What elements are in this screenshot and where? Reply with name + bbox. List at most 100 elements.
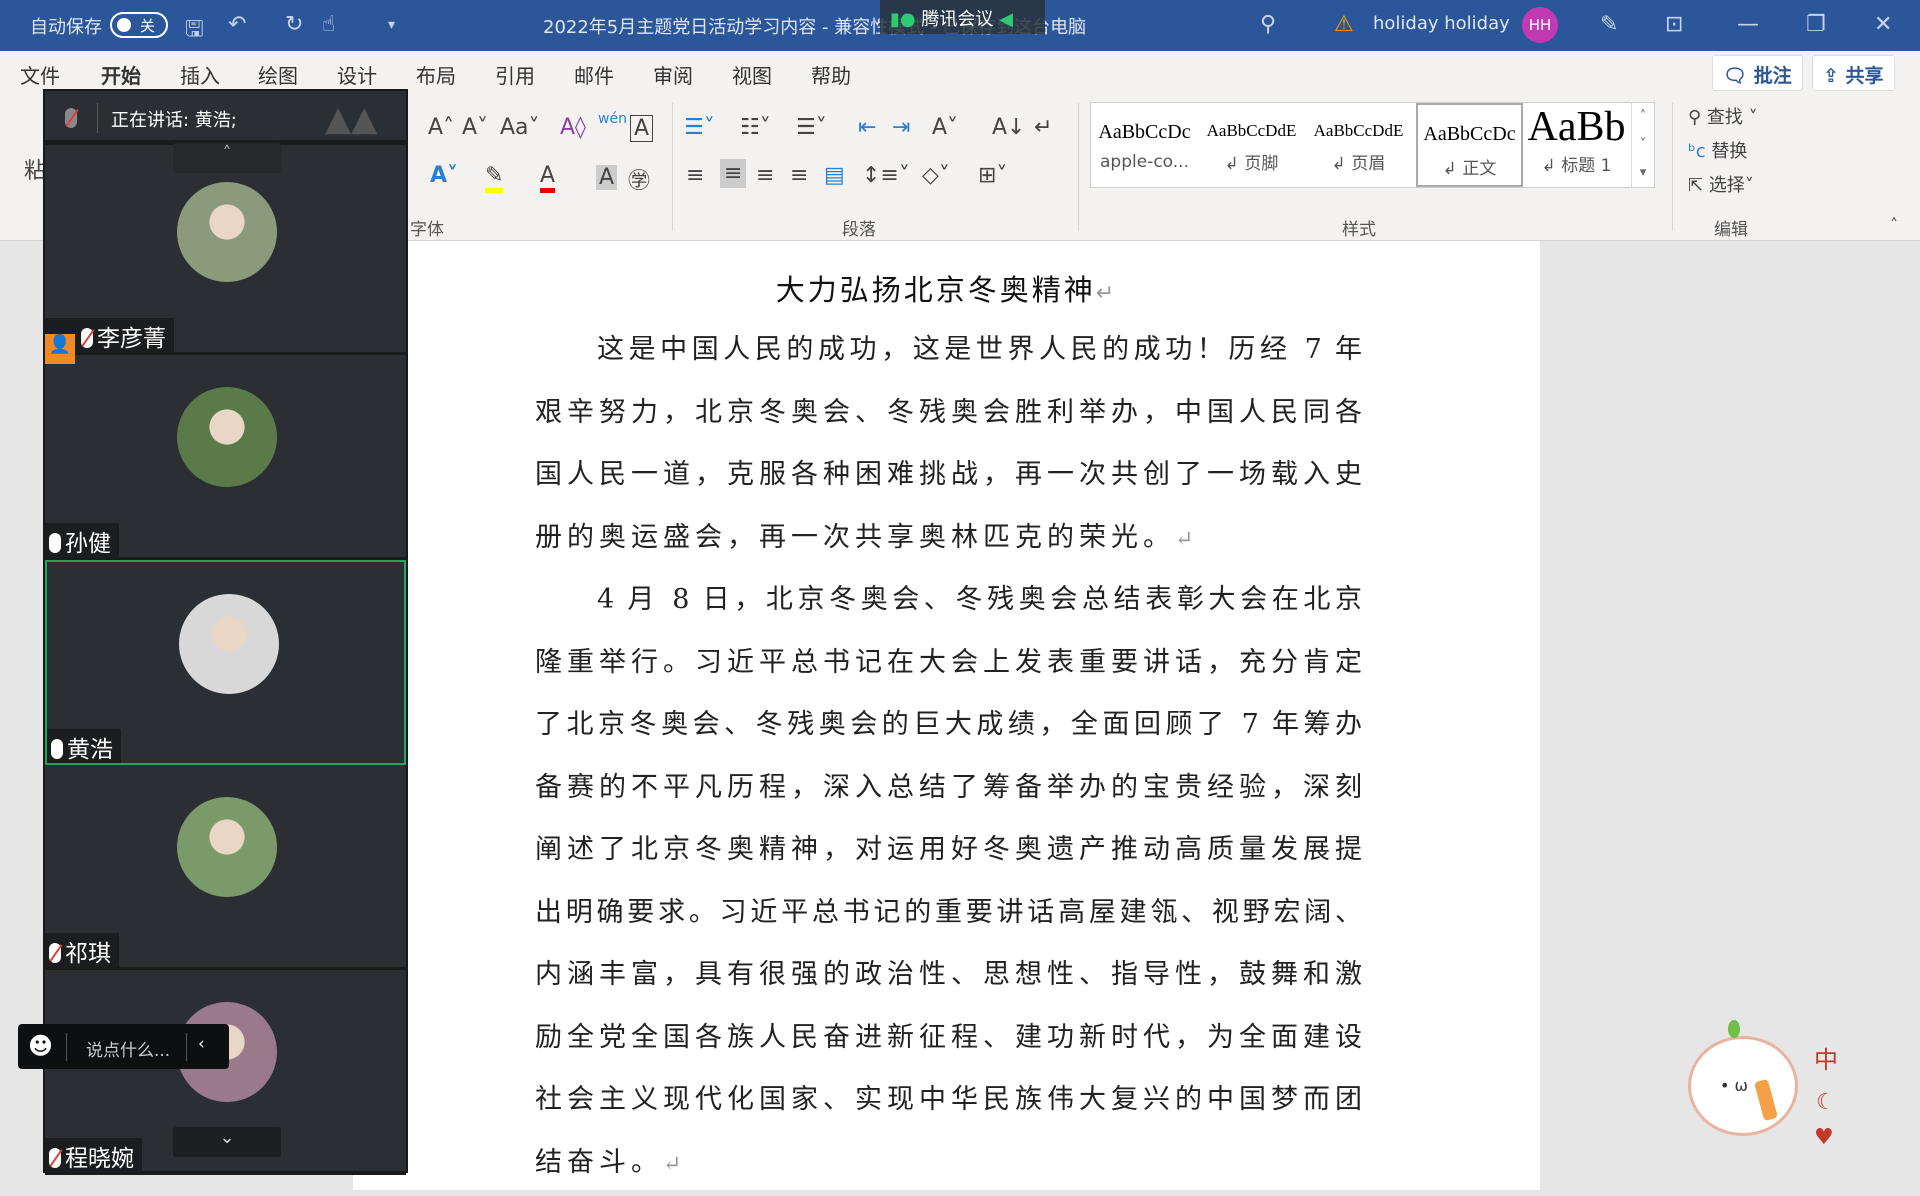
style-normal[interactable]: AaBbCcDc ↲ 正文 [1416,103,1523,187]
comments-button[interactable]: 🗨 批注 [1712,55,1803,91]
document-line: 结奋斗。↵ [535,1146,687,1178]
justify-icon[interactable]: ≡ [790,163,808,188]
tab-view[interactable]: 视图 [732,60,772,89]
chat-input-bar[interactable]: ☻ 说点什么... ‹ [18,1024,229,1069]
participant-avatar [177,182,277,282]
collapse-chat-icon[interactable]: ‹ [198,1034,205,1054]
char-shading-icon[interactable]: A [596,165,618,190]
participant-name-label: 孙健 [45,523,119,557]
participant-avatar [177,797,277,897]
style-apple-converted[interactable]: AaBbCcDc apple-co... [1091,103,1198,187]
style-header[interactable]: AaBbCcDdE ↲ 页眉 [1305,103,1412,187]
tab-design[interactable]: 设计 [337,60,377,89]
select-button[interactable]: ⇱ 选择˅ [1688,171,1754,197]
tencent-logo-icon: ▲▲ [325,99,378,139]
editing-group-label: 编辑 [1714,220,1748,240]
save-icon[interactable]: 🖫 [185,12,204,50]
customize-toolbar-icon[interactable]: ▾ [388,17,395,33]
clear-format-icon[interactable]: A◊ [560,115,586,140]
increase-indent-icon[interactable]: ⇥ [892,115,910,140]
borders-icon[interactable]: ⊞˅ [978,163,1007,188]
touch-mode-icon[interactable]: ☝ [322,12,335,37]
document-line: 社会主义现代化国家、实现中华民族伟大复兴的中国梦而团 [535,1084,1362,1115]
grow-font-icon[interactable]: A˄ [428,115,454,140]
chat-input[interactable]: 说点什么... [86,1036,170,1061]
bullets-icon[interactable]: ☰˅ [684,115,715,140]
multilevel-list-icon[interactable]: ☰˅ [796,115,827,140]
mic-icon [49,533,61,553]
align-center-icon[interactable]: ≡ [720,159,747,188]
highlight-icon[interactable]: ✎ [485,163,504,193]
distributed-icon[interactable]: ▤ [824,163,845,188]
show-marks-icon[interactable]: ↵ [1034,115,1052,140]
styles-scroll[interactable]: ˄ ˅ ▾ [1631,103,1654,187]
scroll-down-button[interactable]: ⌄ [173,1127,281,1157]
tab-review[interactable]: 审阅 [653,60,693,89]
decrease-indent-icon[interactable]: ⇤ [858,115,876,140]
document-page[interactable]: 大力弘扬北京冬奥精神↵ 这是中国人民的成功，这是世界人民的成功！历经 7 年艰辛… [353,241,1540,1190]
styles-group-label: 样式 [1342,220,1376,240]
scroll-up-button[interactable]: ˄ [173,143,281,173]
tab-help[interactable]: 帮助 [811,60,851,89]
redo-icon[interactable]: ↻ [285,12,303,37]
align-right-icon[interactable]: ≡ [756,163,774,188]
participant-name-label: 祁琪 [45,933,119,967]
line-spacing-icon[interactable]: ↕≡˅ [862,163,910,188]
speaking-indicator: 正在讲话: 黄浩; [111,110,237,131]
search-icon[interactable]: ⚲ [1260,12,1276,37]
collapse-ribbon-icon[interactable]: ˄ [1890,215,1898,234]
participant-tile[interactable]: 祁琪 [45,765,406,970]
mic-icon [51,739,63,759]
replace-button[interactable]: ᵇc 替换 [1688,137,1747,163]
tencent-meeting-badge[interactable]: ▮● 腾讯会议 ◀ [880,0,1045,34]
participant-avatar [179,594,279,694]
muted-mic-icon[interactable] [65,108,77,128]
document-line: 备赛的不平凡历程，深入总结了筹备举办的宝贵经验，深刻 [535,771,1362,803]
change-case-icon[interactable]: Aa˅ [500,115,540,140]
autosave-toggle[interactable]: 关 [110,12,168,38]
char-border-icon[interactable]: A [630,115,654,142]
document-heading: 大力弘扬北京冬奥精神↵ [775,273,1118,307]
sort-icon[interactable]: A↓ [992,115,1025,140]
tab-references[interactable]: 引用 [495,60,535,89]
user-avatar[interactable]: HH [1522,7,1558,43]
tab-file[interactable]: 文件 [20,60,60,89]
shading-icon[interactable]: ◇˅ [922,163,950,188]
participant-name-label: 👤 李彦菁 [45,318,174,364]
undo-icon[interactable]: ↶ [228,12,246,37]
styles-gallery: AaBbCcDc apple-co... AaBbCcDdE ↲ 页脚 AaBbCc… [1090,102,1655,188]
align-left-icon[interactable]: ≡ [686,163,704,188]
shrink-font-icon[interactable]: A˅ [462,115,488,140]
enclose-char-icon[interactable]: ㊫ [628,163,650,195]
numbering-icon[interactable]: ☷˅ [740,115,771,140]
participant-tile[interactable]: 黄浩 [45,560,406,765]
participant-name-label: 程晓婉 [45,1138,142,1172]
document-line: 励全党全国各族人民奋进新征程、建功新时代，为全面建设 [535,1021,1362,1053]
font-color-icon[interactable]: A [540,163,556,193]
pen-icon[interactable]: ✎ [1600,12,1618,37]
participant-avatar [177,387,277,487]
document-line: 了北京冬奥会、冬残奥会的巨大成绩，全面回顾了 7 年筹办 [535,709,1362,740]
phonetic-guide-icon[interactable]: wén [598,111,627,127]
text-effects-icon[interactable]: A˅ [430,163,458,188]
document-line: 这是中国人民的成功，这是世界人民的成功！历经 7 年 [597,334,1362,365]
emoji-icon[interactable]: ☻ [28,1032,53,1060]
participant-tile[interactable]: 孙健 [45,355,406,560]
find-button[interactable]: ⚲ 查找 ˅ [1688,103,1758,129]
muted-mic-icon [49,943,61,963]
tab-layout[interactable]: 布局 [416,60,456,89]
tab-home[interactable]: 开始 [101,60,141,95]
style-heading-1[interactable]: AaBb ↲ 标题 1 [1523,103,1630,187]
share-button[interactable]: ⇪ 共享 [1812,55,1895,91]
minimize-icon[interactable]: — [1737,12,1759,37]
title-bar: 自动保存 关 🖫 ↶ ↻ ☝ ▾ 2022年5月主题党日活动学习内容 - 兼容性… [0,0,1920,51]
tab-mailings[interactable]: 邮件 [574,60,614,89]
char-scaling-icon[interactable]: A˅ [932,115,958,140]
close-icon[interactable]: ✕ [1874,12,1892,37]
tab-draw[interactable]: 绘图 [258,60,298,89]
participant-tile[interactable]: 👤 李彦菁 [45,150,406,364]
style-footer[interactable]: AaBbCcDdE ↲ 页脚 [1198,103,1305,187]
ribbon-display-icon[interactable]: ⊡ [1665,12,1683,37]
tab-insert[interactable]: 插入 [180,60,220,89]
restore-icon[interactable]: ❐ [1806,12,1826,37]
